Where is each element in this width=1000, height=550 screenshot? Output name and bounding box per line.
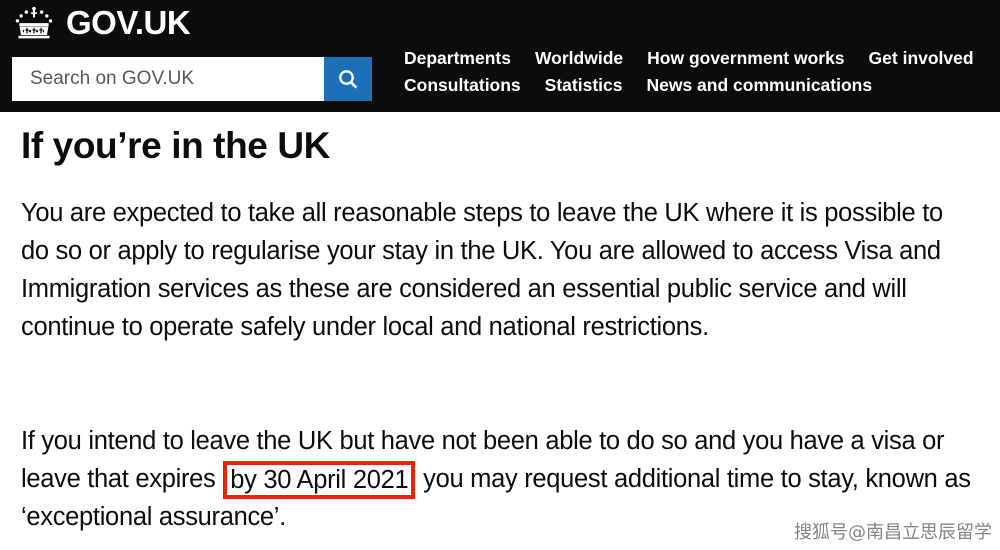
govuk-header: GOV.UK Departments Worldwide How governm… xyxy=(0,0,1000,112)
header-navigation: Departments Worldwide How government wor… xyxy=(404,48,994,96)
nav-row-primary: Departments Worldwide How government wor… xyxy=(404,48,994,69)
nav-link-departments[interactable]: Departments xyxy=(404,48,511,69)
govuk-logo[interactable]: GOV.UK xyxy=(12,3,191,41)
nav-row-secondary: Consultations Statistics News and commun… xyxy=(404,75,994,96)
watermark: 搜狐号@南昌立思辰留学 xyxy=(794,522,992,543)
search-icon xyxy=(336,67,360,91)
nav-link-worldwide[interactable]: Worldwide xyxy=(535,48,623,69)
nav-link-consultations[interactable]: Consultations xyxy=(404,75,521,96)
nav-link-news-and-communications[interactable]: News and communications xyxy=(646,75,872,96)
paragraph-uk-guidance: You are expected to take all reasonable … xyxy=(21,199,943,341)
crown-icon xyxy=(12,4,56,40)
main-content: If you’re in the UK You are expected to … xyxy=(0,112,1000,550)
nav-link-get-involved[interactable]: Get involved xyxy=(869,48,974,69)
page-title: If you’re in the UK xyxy=(21,125,330,166)
search-input[interactable] xyxy=(12,57,324,101)
nav-link-statistics[interactable]: Statistics xyxy=(545,75,623,96)
highlighted-date: by 30 April 2021 xyxy=(223,461,416,499)
search-bar[interactable] xyxy=(12,57,372,101)
govuk-brand-label: GOV.UK xyxy=(66,3,191,41)
search-button[interactable] xyxy=(324,57,372,101)
nav-link-how-government-works[interactable]: How government works xyxy=(647,48,844,69)
